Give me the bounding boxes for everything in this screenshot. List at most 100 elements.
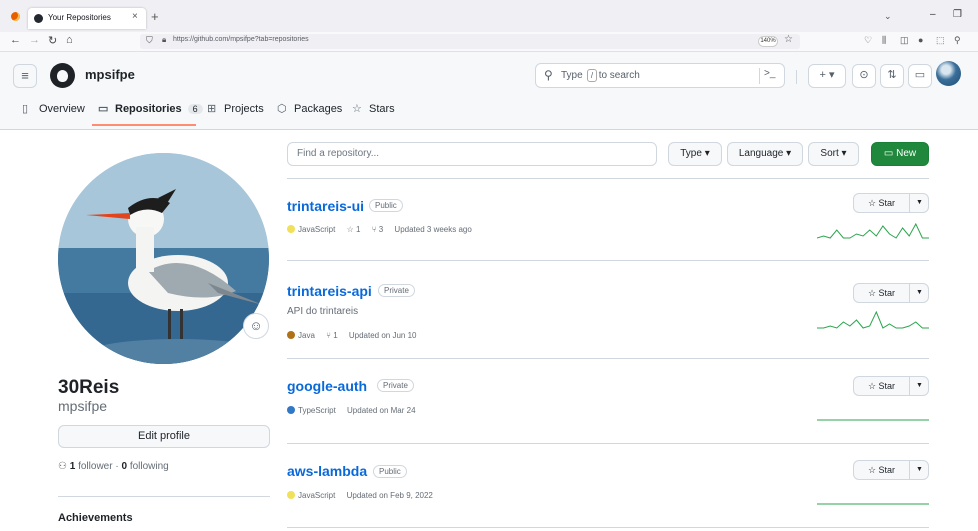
type-filter-button[interactable]: Type ▾ [668, 142, 722, 166]
account-icon[interactable]: ⚲ [954, 35, 961, 46]
user-avatar[interactable] [936, 61, 961, 86]
forward-icon[interactable]: → [29, 34, 40, 46]
repo-meta: TypeScript Updated on Mar 24 [287, 406, 416, 415]
visibility-badge: Private [377, 379, 414, 392]
zoom-indicator[interactable]: 140% [758, 36, 778, 47]
home-icon[interactable]: ⌂ [66, 34, 73, 46]
forks-link[interactable]: ⑂ 3 [372, 225, 384, 234]
sort-button[interactable]: Sort ▾ [808, 142, 859, 166]
context-username[interactable]: mpsifpe [85, 67, 135, 82]
sidebar-divider [58, 496, 270, 497]
repo-name-link[interactable]: aws-lambda [287, 463, 367, 479]
list-all-tabs-icon[interactable]: ⌄ [884, 11, 892, 22]
repo-name-link[interactable]: google-auth [287, 378, 367, 394]
star-list-dropdown-icon[interactable]: ▼ [909, 377, 929, 395]
tab-packages[interactable]: ⬡ Packages [277, 102, 342, 122]
firefox-icon[interactable] [11, 12, 20, 21]
tab-overview[interactable]: ▯ Overview [22, 102, 85, 122]
pull-requests-icon[interactable]: ⇅ [880, 64, 904, 88]
hamburger-menu-icon[interactable]: ≡ [13, 64, 37, 88]
repo-divider [287, 260, 929, 261]
find-repository-input[interactable]: Find a repository... [287, 142, 657, 166]
github-logo-icon[interactable] [50, 63, 75, 88]
profile-avatar[interactable] [58, 153, 269, 364]
search-placeholder: Type to search [561, 70, 640, 81]
lock-icon[interactable]: 🔒︎ [162, 35, 166, 45]
language-color-dot [287, 491, 295, 499]
browser-tab[interactable]: Your Repositories × [28, 8, 146, 29]
tab-close-icon[interactable]: × [132, 11, 138, 22]
repo-divider [287, 443, 929, 444]
url-text[interactable]: https://github.com/mpsifpe?tab=repositor… [173, 36, 309, 43]
star-button[interactable]: ☆ Star ▼ [853, 193, 929, 213]
create-new-button[interactable]: + ▾ [808, 64, 846, 88]
repo-meta: JavaScript Updated on Feb 9, 2022 [287, 491, 433, 500]
forks-link[interactable]: ⑂ 1 [326, 331, 338, 340]
language-color-dot [287, 406, 295, 414]
people-icon: ⚇ [58, 461, 67, 472]
edit-profile-button[interactable]: Edit profile [58, 425, 270, 448]
search-input[interactable]: ⚲ Type to search / >_ [535, 63, 785, 88]
browser-tab-strip: Your Repositories × + ⌄ – ❐ [0, 0, 978, 32]
fork-icon: ⑂ [371, 225, 377, 234]
minimize-button[interactable]: – [930, 9, 936, 20]
tab-projects[interactable]: ⊞ Projects [207, 102, 264, 122]
back-icon[interactable]: ← [10, 34, 21, 46]
repo-item: google-auth Private TypeScript Updated o… [287, 376, 929, 432]
repo-meta: Java ⑂ 1 Updated on Jun 10 [287, 331, 416, 340]
bookmark-star-icon[interactable]: ☆ [784, 34, 793, 45]
restore-button[interactable]: ❐ [953, 9, 962, 20]
new-tab-button[interactable]: + [151, 9, 159, 24]
sidebar-icon[interactable]: ◫ [900, 35, 909, 46]
reload-icon[interactable]: ↻ [48, 34, 57, 47]
tab-title: Your Repositories [48, 13, 111, 22]
command-palette-icon[interactable]: >_ [764, 68, 775, 79]
star-list-dropdown-icon[interactable]: ▼ [909, 461, 929, 479]
visibility-badge: Private [378, 284, 415, 297]
visibility-badge: Public [369, 199, 403, 212]
star-icon: ☆ [352, 103, 362, 115]
fork-icon: ⑂ [326, 331, 331, 340]
star-icon: ☆ [867, 465, 877, 475]
star-button[interactable]: ☆ Star ▼ [853, 283, 929, 303]
extension-icon[interactable]: ● [918, 35, 923, 45]
visibility-badge: Public [373, 465, 407, 478]
repo-name-link[interactable]: trintareis-ui [287, 198, 364, 214]
repo-icon: ▭ [98, 103, 109, 115]
new-repository-button[interactable]: ▭ New [871, 142, 929, 166]
repo-icon: ▭ [883, 148, 894, 159]
repo-name-link[interactable]: trintareis-api [287, 283, 372, 299]
search-divider [759, 68, 760, 84]
shield-icon[interactable]: ⛉ [146, 35, 153, 46]
repo-description: API do trintareis [287, 306, 359, 317]
language-color-dot [287, 331, 295, 339]
tab-repositories[interactable]: ▭ Repositories 6 [98, 102, 203, 122]
star-icon: ☆ [346, 225, 354, 234]
language-filter-button[interactable]: Language ▾ [727, 142, 803, 166]
star-button[interactable]: ☆ Star ▼ [853, 376, 929, 396]
star-button[interactable]: ☆ Star ▼ [853, 460, 929, 480]
star-icon: ☆ [867, 198, 877, 208]
set-status-smiley-icon[interactable]: ☺ [243, 313, 269, 339]
followers-info[interactable]: ⚇ 1 follower · 0 following [58, 461, 169, 472]
star-list-dropdown-icon[interactable]: ▼ [909, 284, 929, 302]
star-icon: ☆ [867, 381, 877, 391]
profile-login: mpsifpe [58, 398, 108, 414]
pocket-icon[interactable]: ♡ [864, 35, 872, 46]
library-icon[interactable]: ⫼ [882, 35, 886, 46]
repositories-count-badge: 6 [187, 104, 203, 114]
header-divider [796, 70, 797, 84]
screenshot-icon[interactable]: ⬚ [936, 35, 945, 46]
achievements-heading: Achievements [58, 512, 133, 524]
profile-full-name: 30Reis [58, 377, 120, 398]
search-icon: ⚲ [544, 68, 553, 82]
activity-sparkline [817, 310, 929, 329]
tab-stars[interactable]: ☆ Stars [352, 102, 395, 122]
address-bar[interactable]: ⛉ 🔒︎ https://github.com/mpsifpe?tab=repo… [140, 34, 800, 49]
package-icon: ⬡ [277, 103, 287, 115]
inbox-icon[interactable]: ▭ [908, 64, 932, 88]
stargazers-link[interactable]: ☆ 1 [347, 225, 361, 234]
issues-icon[interactable]: ⊙ [852, 64, 876, 88]
github-favicon-icon [34, 14, 43, 23]
star-list-dropdown-icon[interactable]: ▼ [909, 194, 929, 212]
